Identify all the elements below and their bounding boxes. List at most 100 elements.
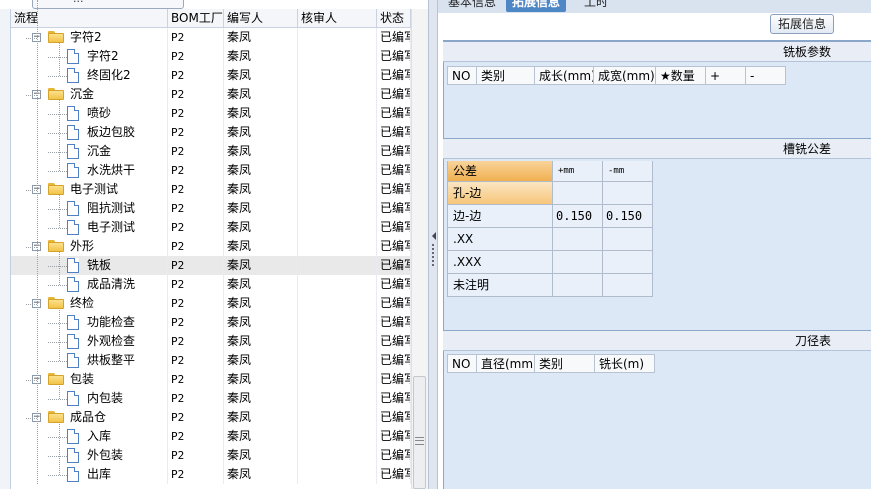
tree-item-row[interactable]: 出库 P2 秦凤 已编写 [11,465,411,484]
col-header-process[interactable]: 流程 [11,9,168,28]
col-header-bom[interactable]: BOM工厂 [168,9,224,28]
minus-mm-cell[interactable] [603,182,653,205]
tree-item-row[interactable]: 成品清洗 P2 秦凤 已编写 [11,275,411,294]
status-cell: 已编写 [377,275,411,294]
folder-icon [48,183,64,195]
tree-item-row[interactable]: 喷砂 P2 秦凤 已编写 [11,104,411,123]
status-cell: 已编写 [377,28,411,47]
col-header-writer[interactable]: 编写人 [224,9,298,28]
tool-col-mill-length[interactable]: 铣长(m) [595,354,655,373]
tree-item-row[interactable]: 终固化2 P2 秦凤 已编写 [11,66,411,85]
tool-col-category[interactable]: 类别 [535,354,595,373]
tree-item-row[interactable]: 字符2 P2 秦凤 已编写 [11,47,411,66]
plus-mm-cell[interactable] [553,274,603,297]
tree-line [26,247,37,248]
toolbar-button[interactable]: ... [32,0,184,9]
left-collapse-strip[interactable] [0,9,11,489]
tree-line [48,133,67,134]
writer-cell: 秦凤 [224,180,298,199]
bom-factory-cell: P2 [168,161,224,180]
tree-item-row[interactable]: 外包装 P2 秦凤 已编写 [11,446,411,465]
tree-item-row[interactable]: 烘板整平 P2 秦凤 已编写 [11,351,411,370]
collapse-arrow-icon[interactable] [432,232,436,240]
plus-mm-cell[interactable] [553,228,603,251]
status-cell: 已编写 [377,218,411,237]
bom-factory-cell: P2 [168,275,224,294]
process-name: 外观检查 [87,334,136,348]
status-cell: 已编写 [377,332,411,351]
tree-item-row[interactable]: 铣板 P2 秦凤 已编写 [11,256,411,275]
tree-line [48,399,67,400]
tree-folder-row[interactable]: − 电子测试 P2 秦凤 已编写 [11,180,411,199]
tool-col-diameter[interactable]: 直径(mm) [477,354,535,373]
minus-mm-cell[interactable] [603,274,653,297]
tolerance-row-label[interactable]: .XXX [447,251,553,274]
bom-factory-cell: P2 [168,294,224,313]
minus-mm-cell[interactable] [603,228,653,251]
tree-folder-row[interactable]: − 成品仓 P2 秦凤 已编写 [11,408,411,427]
col-width[interactable]: 成宽(mm) [594,66,656,85]
plus-mm-cell[interactable]: 0.150 [553,205,603,228]
col-minus[interactable]: - [746,66,786,85]
tolerance-row-label[interactable]: 孔-边 [447,182,553,205]
minus-mm-cell[interactable] [603,251,653,274]
tab-basic-info[interactable]: 基本信息 [442,0,502,12]
scrollbar-thumb[interactable] [413,376,426,489]
plus-mm-cell[interactable] [553,251,603,274]
col-header-reviewer[interactable]: 核审人 [298,9,377,28]
tree-item-row[interactable]: 沉金 P2 秦凤 已编写 [11,142,411,161]
bom-factory-cell: P2 [168,218,224,237]
tree-item-row[interactable]: 电子测试 P2 秦凤 已编写 [11,218,411,237]
tree-item-row[interactable]: 功能检查 P2 秦凤 已编写 [11,313,411,332]
status-cell: 已编写 [377,389,411,408]
minus-mm-cell[interactable]: 0.150 [603,205,653,228]
tree-folder-row[interactable]: − 字符2 P2 秦凤 已编写 [11,28,411,47]
document-icon [67,467,79,482]
process-name: 阻抗测试 [87,201,136,215]
col-plus[interactable]: + [706,66,746,85]
col-no[interactable]: NO [447,66,477,85]
col-category[interactable]: 类别 [477,66,535,85]
tree-line [48,342,67,343]
bom-factory-cell: P2 [168,85,224,104]
tree-folder-row[interactable]: − 包装 P2 秦凤 已编写 [11,370,411,389]
status-cell: 已编写 [377,256,411,275]
tree-line [26,38,37,39]
tree-line [59,384,60,399]
document-icon [67,106,79,121]
tree-item-row[interactable]: 外观检查 P2 秦凤 已编写 [11,332,411,351]
status-cell: 已编写 [377,446,411,465]
col-quantity[interactable]: ★数量 [656,66,706,85]
extended-info-button[interactable]: 拓展信息 [770,14,834,34]
tool-col-no[interactable]: NO [447,354,477,373]
tree-folder-row[interactable]: − 沉金 P2 秦凤 已编写 [11,85,411,104]
tab-extended-info[interactable]: 拓展信息 [506,0,567,12]
tree-line [48,228,67,229]
process-name: 成品仓 [70,410,107,424]
plus-mm-cell[interactable] [553,182,603,205]
tolerance-row-label[interactable]: 边-边 [447,205,553,228]
tree-line [26,380,37,381]
col-header-status[interactable]: 状态 [377,9,411,28]
col-length[interactable]: 成长(mm) [535,66,594,85]
writer-cell: 秦凤 [224,256,298,275]
tree-folder-row[interactable]: − 外形 P2 秦凤 已编写 [11,237,411,256]
process-cell: 电子测试 [11,218,168,237]
tree-item-row[interactable]: 入库 P2 秦凤 已编写 [11,427,411,446]
tree-item-row[interactable]: 内包装 P2 秦凤 已编写 [11,389,411,408]
tolerance-col-header[interactable]: 公差 [447,161,553,182]
tree-item-row[interactable]: 板边包胶 P2 秦凤 已编写 [11,123,411,142]
tree-item-row[interactable]: 阻抗测试 P2 秦凤 已编写 [11,199,411,218]
tolerance-row-label[interactable]: .XX [447,228,553,251]
tree-folder-row[interactable]: − 终检 P2 秦凤 已编写 [11,294,411,313]
tree-item-row[interactable]: 水洗烘干 P2 秦凤 已编写 [11,161,411,180]
reviewer-cell [298,465,377,484]
plus-mm-col-header[interactable]: +mm [553,161,603,182]
writer-cell: 秦凤 [224,47,298,66]
panel-splitter[interactable] [428,0,438,489]
tree-line [59,99,60,171]
reviewer-cell [298,446,377,465]
minus-mm-col-header[interactable]: -mm [603,161,653,182]
tab-work-hours[interactable]: 工时 [578,0,614,12]
tolerance-row-label[interactable]: 未注明 [447,274,553,297]
